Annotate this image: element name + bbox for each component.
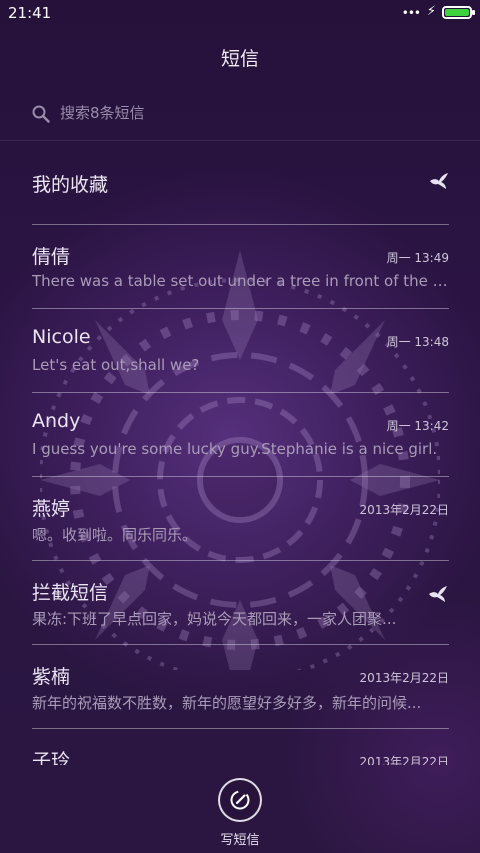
contact-name: Nicole: [32, 326, 91, 348]
message-preview: 嗯。收到啦。同乐同乐。: [32, 526, 198, 544]
message-time: 2013年2月22日: [359, 671, 449, 685]
conversation-row[interactable]: 子玲 2013年2月22日: [32, 728, 449, 765]
compose-button[interactable]: [218, 778, 262, 822]
compose-icon: [230, 790, 250, 810]
favorites-label: 我的收藏: [32, 174, 109, 196]
message-time: 周一 13:49: [386, 251, 449, 265]
conversation-row[interactable]: 燕婷 2013年2月22日 嗯。收到啦。同乐同乐。: [32, 476, 449, 561]
contact-name: 倩倩: [32, 246, 71, 268]
conversation-row[interactable]: 紫楠 2013年2月22日 新年的祝福数不胜数，新年的愿望好多好多，新年的问候.…: [32, 644, 449, 729]
search-bar[interactable]: [32, 100, 448, 128]
status-bar: 21:41 ••• ⚡: [0, 0, 480, 28]
page-title: 短信: [220, 48, 259, 70]
compose-label: 写短信: [220, 833, 260, 848]
message-time: 2013年2月22日: [359, 503, 449, 517]
bird-icon: [430, 173, 448, 189]
blocked-messages-row[interactable]: 拦截短信 果冻:下班了早点回家，妈说今天都回来，一家人团聚...: [32, 560, 449, 645]
contact-name: 子玲: [32, 750, 71, 765]
battery-level: [445, 9, 469, 16]
message-preview: 果冻:下班了早点回家，妈说今天都回来，一家人团聚...: [32, 610, 397, 628]
signal-dots-icon: •••: [401, 6, 421, 20]
message-preview: Let's eat out,shall we?: [32, 356, 200, 374]
contact-name: 燕婷: [32, 498, 71, 520]
header-divider: [0, 140, 480, 141]
contact-name: Andy: [32, 410, 81, 432]
search-icon: [32, 105, 50, 123]
contact-name: 拦截短信: [32, 582, 109, 604]
bird-icon: [429, 586, 447, 602]
message-preview: There was a table set out under a tree i…: [32, 272, 449, 290]
clock: 21:41: [8, 4, 52, 22]
charging-icon: ⚡: [426, 4, 436, 19]
message-preview: 新年的祝福数不胜数，新年的愿望好多好多，新年的问候...: [32, 694, 422, 712]
message-time: 周一 13:42: [386, 419, 449, 433]
conversation-row[interactable]: 倩倩 周一 13:49 There was a table set out un…: [32, 224, 449, 309]
message-time: 2013年2月22日: [359, 755, 449, 765]
search-input[interactable]: [58, 103, 442, 123]
conversation-row[interactable]: Andy 周一 13:42 I guess you're some lucky …: [32, 392, 449, 477]
message-time: 周一 13:48: [386, 335, 449, 349]
contact-name: 紫楠: [32, 666, 71, 688]
message-preview: I guess you're some lucky guy.Stephanie …: [32, 440, 438, 458]
battery-icon: [442, 6, 475, 19]
conversation-row[interactable]: Nicole 周一 13:48 Let's eat out,shall we?: [32, 308, 449, 393]
